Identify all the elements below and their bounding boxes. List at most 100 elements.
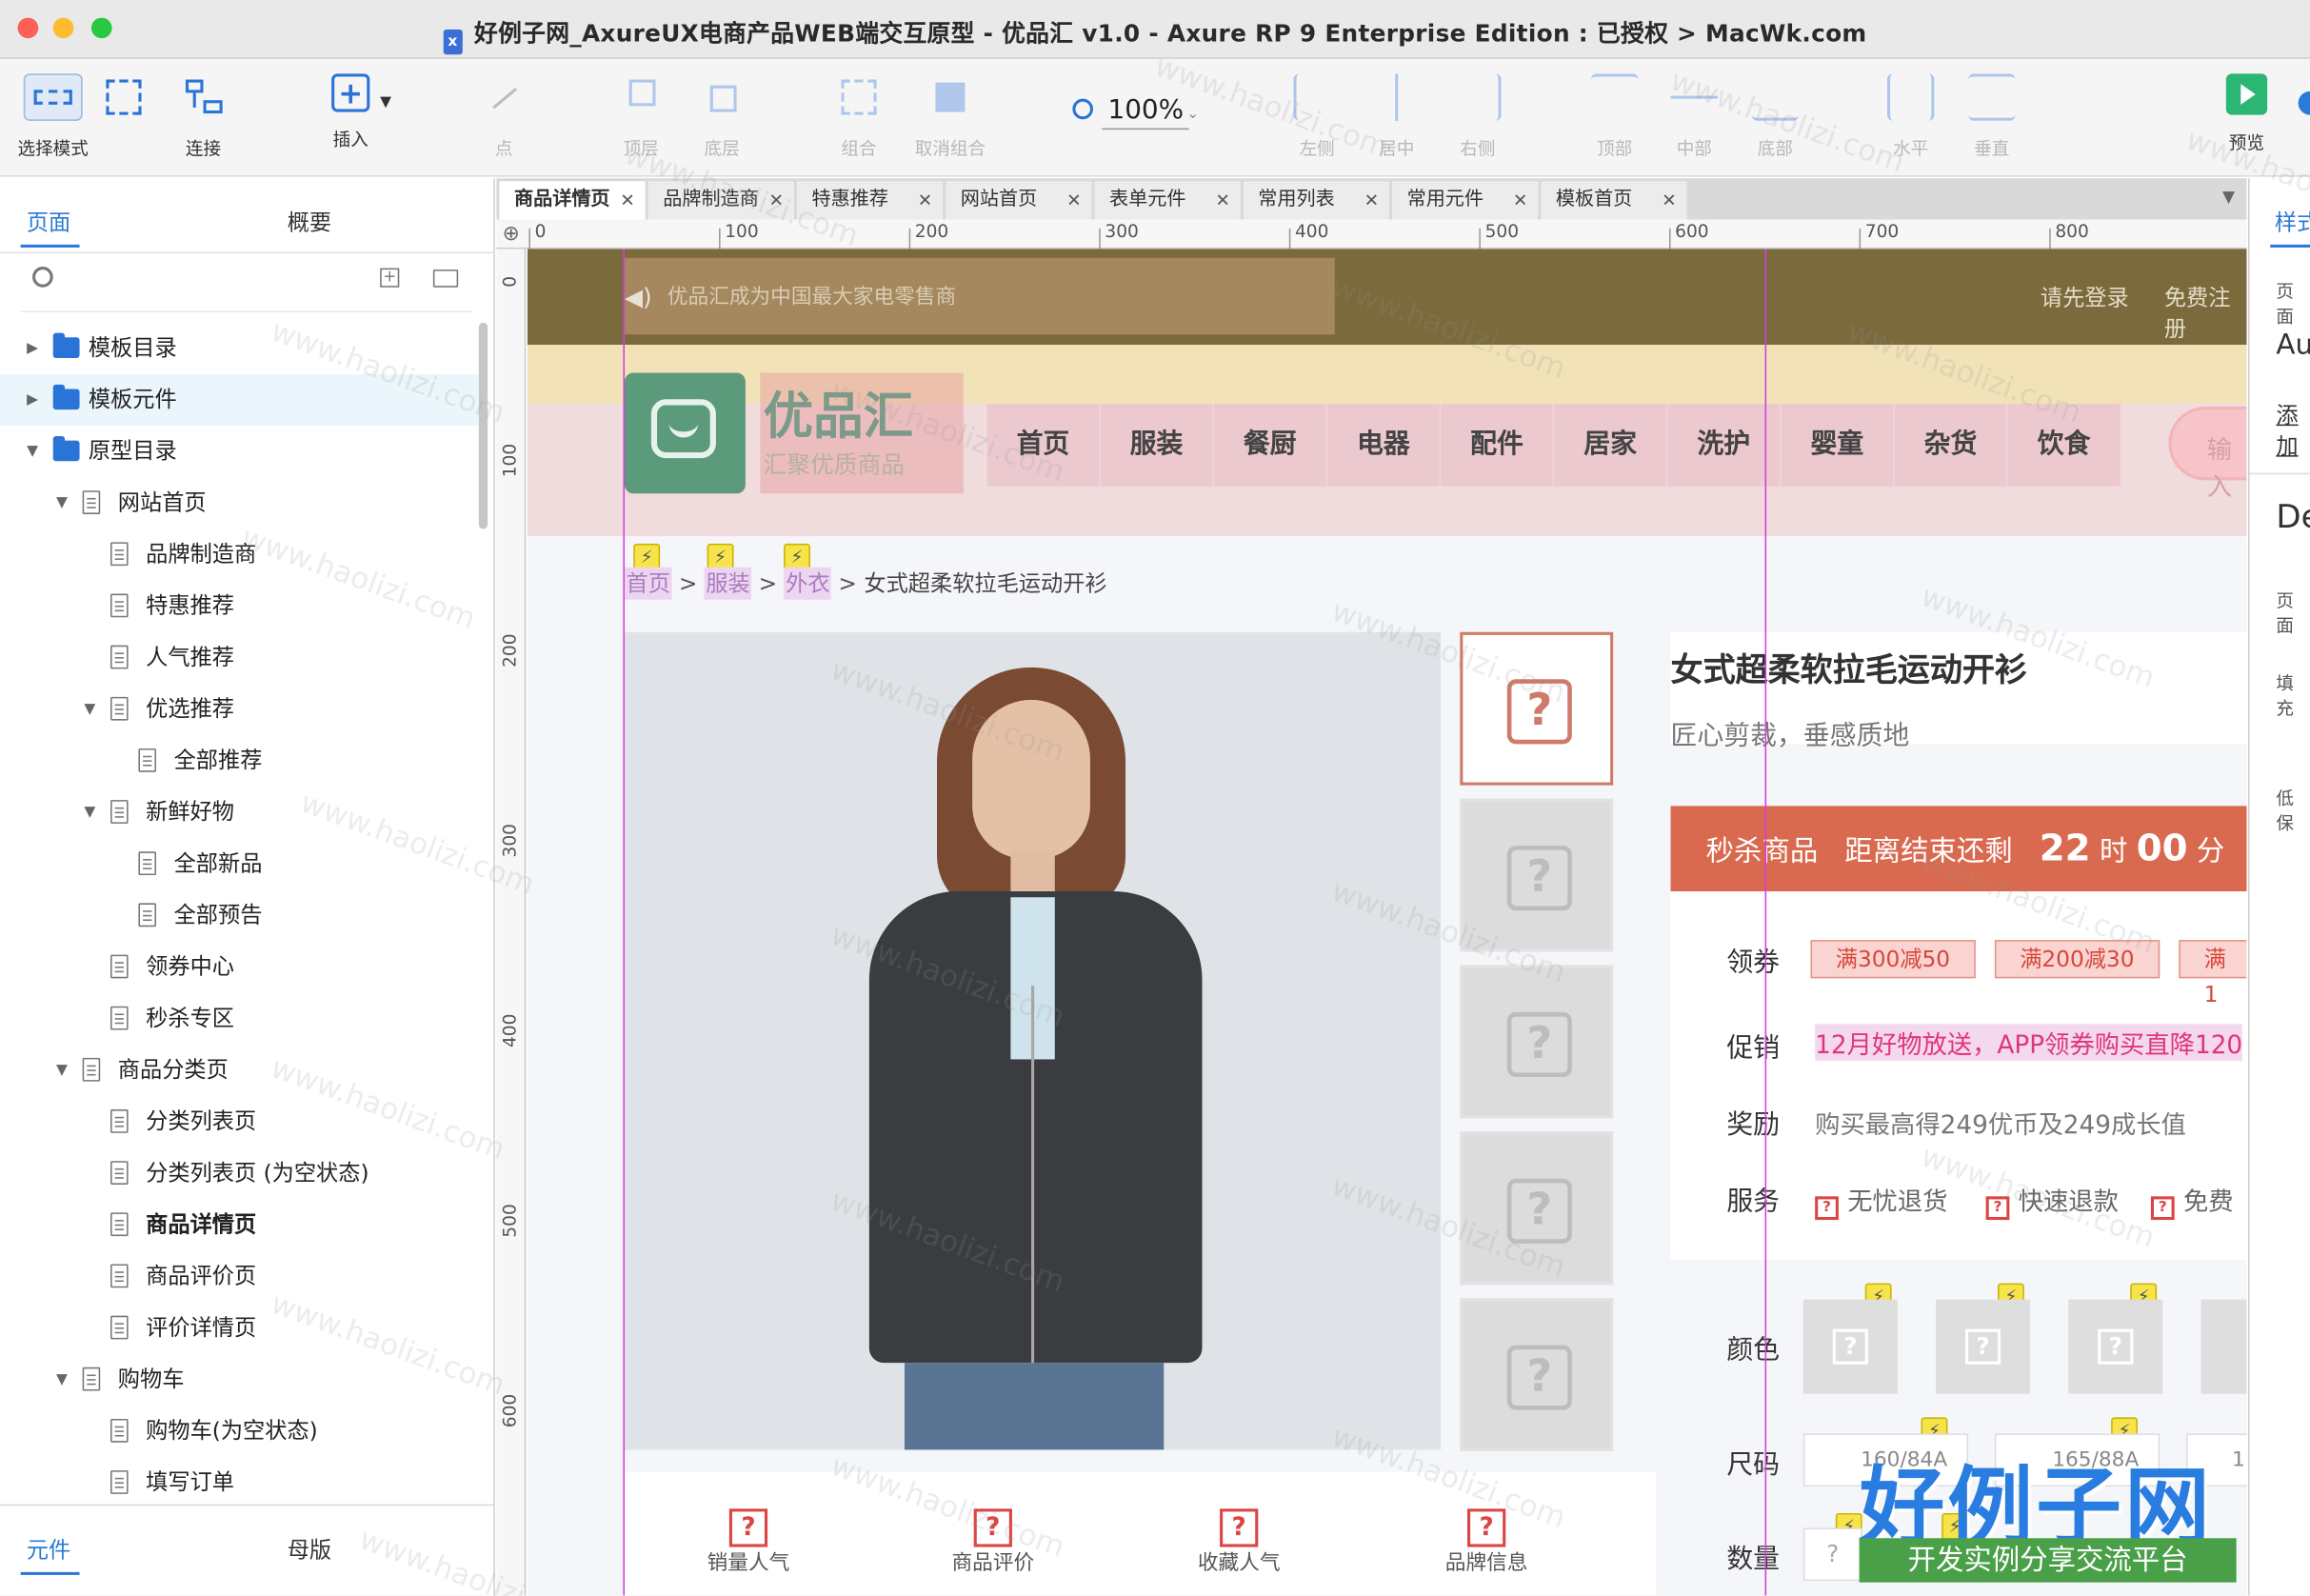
search-icon[interactable] — [32, 267, 53, 288]
tree-item[interactable]: 品牌制造商 — [0, 529, 479, 580]
preview-button[interactable]: 预览 — [2202, 73, 2291, 154]
collapse-arrow-icon[interactable]: ▶ — [24, 374, 42, 426]
share-icon[interactable] — [2298, 90, 2310, 115]
tab-document[interactable]: 商品详情页 ✕ — [499, 181, 646, 220]
logo-icon[interactable] — [625, 372, 746, 494]
tree-item[interactable]: ▼ 原型目录 — [0, 426, 479, 477]
nav-item[interactable]: 服装 — [1100, 403, 1214, 487]
stat-reviews[interactable]: ? 商品评价 — [890, 1508, 1097, 1576]
expand-arrow-icon[interactable]: ▼ — [53, 477, 71, 529]
close-tab-icon[interactable]: ✕ — [620, 181, 635, 219]
select-box-button[interactable] — [80, 73, 169, 121]
tree-item[interactable]: 商品详情页 — [0, 1199, 479, 1250]
point-button[interactable]: 点 — [460, 73, 548, 160]
breadcrumb-home[interactable]: 首页 — [625, 567, 672, 600]
tab-document[interactable]: 网站首页 ✕ — [946, 181, 1092, 220]
align-right-button[interactable]: 右侧 — [1433, 73, 1522, 160]
align-middle-button[interactable]: 中部 — [1650, 73, 1739, 160]
ungroup-button[interactable]: 取消组合 — [906, 73, 995, 160]
coupon-1[interactable]: 满300减50 — [1810, 940, 1976, 979]
color-option-4[interactable] — [2200, 1299, 2247, 1394]
nav-item[interactable]: 电器 — [1327, 403, 1442, 487]
tree-item[interactable]: 全部预告 — [0, 890, 479, 942]
tree-item[interactable]: ▼ 优选推荐 — [0, 684, 479, 735]
nav-item[interactable]: 配件 — [1441, 403, 1555, 487]
tab-document[interactable]: 表单元件 ✕ — [1094, 181, 1241, 220]
add-link[interactable]: 添加 — [2276, 399, 2310, 461]
tab-document[interactable]: 常用元件 ✕ — [1392, 181, 1539, 220]
thumbnail-2[interactable]: ? — [1460, 798, 1614, 952]
connect-button[interactable]: 连接 — [159, 73, 248, 160]
tree-item[interactable]: 全部推荐 — [0, 735, 479, 787]
thumbnail-4[interactable]: ? — [1460, 1131, 1614, 1286]
nav-item[interactable]: 首页 — [986, 403, 1101, 487]
color-option-3[interactable]: ? — [2068, 1299, 2163, 1394]
tree-item[interactable]: 分类列表页 — [0, 1096, 479, 1147]
tree-item[interactable]: 人气推荐 — [0, 632, 479, 684]
tab-style[interactable]: 样式 — [2275, 207, 2310, 237]
close-tab-icon[interactable]: ✕ — [918, 181, 933, 219]
breadcrumb-subcategory[interactable]: 外衣 — [784, 567, 832, 600]
tree-item[interactable]: 购物车(为空状态) — [0, 1406, 479, 1457]
tree-item[interactable]: ▼ 商品分类页 — [0, 1045, 479, 1096]
align-top-button[interactable]: 顶部 — [1570, 73, 1659, 160]
color-option-2[interactable]: ? — [1936, 1299, 2031, 1394]
expand-arrow-icon[interactable]: ▼ — [24, 426, 42, 477]
tab-document[interactable]: 特惠推荐 ✕ — [797, 181, 944, 220]
coupon-3[interactable]: 满1 — [2179, 940, 2247, 1007]
guide-line-right[interactable] — [1764, 249, 1767, 1596]
tree-item[interactable]: ▼ 网站首页 — [0, 477, 479, 529]
tab-masters[interactable]: 母版 — [288, 1534, 331, 1565]
quantity-decrease[interactable]: ? — [1802, 1527, 1862, 1582]
nav-item[interactable]: 饮食 — [2007, 403, 2121, 487]
close-tab-icon[interactable]: ✕ — [1364, 181, 1380, 219]
color-option-1[interactable]: ? — [1802, 1299, 1898, 1394]
tree-item[interactable]: 全部新品 — [0, 838, 479, 889]
coupon-2[interactable]: 满200减30 — [1994, 940, 2160, 979]
tab-document[interactable]: 模板首页 ✕ — [1541, 181, 1687, 220]
tree-item[interactable]: ▼ 新鲜好物 — [0, 787, 479, 838]
tab-widgets[interactable]: 元件 — [27, 1534, 70, 1565]
nav-item[interactable]: 居家 — [1554, 403, 1668, 487]
close-tab-icon[interactable]: ✕ — [1215, 181, 1230, 219]
product-image[interactable] — [625, 631, 1442, 1450]
align-center-button[interactable]: 居中 — [1352, 73, 1441, 160]
breadcrumb-category[interactable]: 服装 — [704, 567, 752, 600]
insert-dropdown-icon[interactable]: ▼ — [380, 94, 391, 110]
tab-document[interactable]: 常用列表 ✕ — [1243, 181, 1390, 220]
bottom-layer-button[interactable]: 底层 — [678, 73, 767, 160]
guide-line-left[interactable] — [623, 249, 626, 1596]
register-link[interactable]: 免费注册 — [2164, 282, 2247, 344]
close-tab-icon[interactable]: ✕ — [1662, 181, 1677, 219]
tree-scrollbar[interactable] — [478, 322, 488, 529]
tab-document[interactable]: 品牌制造商 ✕ — [647, 181, 794, 220]
close-tab-icon[interactable]: ✕ — [1513, 181, 1528, 219]
collapse-arrow-icon[interactable]: ▶ — [24, 323, 42, 374]
tree-item[interactable]: 领券中心 — [0, 942, 479, 993]
distribute-vertical-button[interactable]: 垂直 — [1947, 73, 2036, 160]
align-bottom-button[interactable]: 底部 — [1731, 73, 1820, 160]
tabs-overflow-icon[interactable]: ▼ — [2222, 187, 2235, 206]
expand-arrow-icon[interactable]: ▼ — [53, 1354, 71, 1406]
thumbnail-1[interactable]: ? — [1460, 631, 1614, 786]
login-link[interactable]: 请先登录 — [2041, 282, 2129, 312]
nav-item[interactable]: 婴童 — [1781, 403, 1895, 487]
tab-pages[interactable]: 页面 — [27, 207, 70, 237]
tree-item[interactable]: 特惠推荐 — [0, 581, 479, 632]
nav-item[interactable]: 杂货 — [1894, 403, 2008, 487]
nav-item[interactable]: 餐厨 — [1213, 403, 1328, 487]
distribute-horizontal-button[interactable]: 水平 — [1866, 73, 1955, 160]
design-canvas[interactable]: ◀) 优品汇成为中国最大家电零售商 请先登录 免费注册 优品汇 汇聚优质商品 首… — [527, 249, 2247, 1596]
tree-item[interactable]: 秒杀专区 — [0, 993, 479, 1045]
expand-arrow-icon[interactable]: ▼ — [81, 787, 99, 838]
top-layer-button[interactable]: 顶层 — [597, 73, 686, 160]
close-tab-icon[interactable]: ✕ — [1066, 181, 1082, 219]
expand-arrow-icon[interactable]: ▼ — [81, 684, 99, 735]
tree-item[interactable]: 填写订单 — [0, 1457, 479, 1508]
tree-item[interactable]: ▶ 模板目录 — [0, 323, 479, 374]
promo-text[interactable]: 12月好物放送，APP领券购买直降120 — [1815, 1024, 2243, 1061]
close-tab-icon[interactable]: ✕ — [769, 181, 785, 219]
add-folder-icon[interactable] — [432, 269, 459, 288]
tree-item[interactable]: 评价详情页 — [0, 1303, 479, 1354]
thumbnail-5[interactable]: ? — [1460, 1298, 1614, 1451]
